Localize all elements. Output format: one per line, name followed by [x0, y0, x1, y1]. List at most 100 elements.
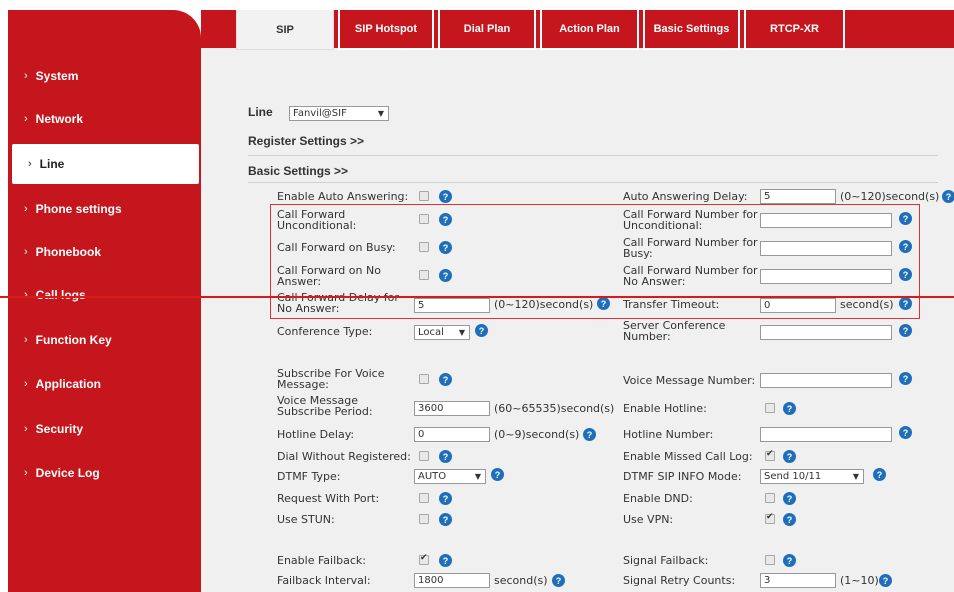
help-icon[interactable]: ? — [873, 468, 886, 481]
hotline-enable-checkbox[interactable] — [765, 403, 775, 413]
cf-uncond-checkbox[interactable] — [419, 214, 429, 224]
sidebar-item-application[interactable]: › Application — [0, 366, 193, 402]
vm-period-input[interactable]: 3600 — [414, 401, 490, 416]
help-icon[interactable]: ? — [439, 241, 452, 254]
tab-rtcp-xr[interactable]: RTCP-XR — [744, 10, 845, 50]
request-port-checkbox[interactable] — [419, 493, 429, 503]
help-icon[interactable]: ? — [439, 450, 452, 463]
help-icon[interactable]: ? — [783, 513, 796, 526]
cf-noans-checkbox[interactable] — [419, 270, 429, 280]
sidebar-item-call-logs[interactable]: › Call logs — [0, 277, 193, 313]
dtmf-type-value: AUTO — [418, 471, 447, 482]
help-icon[interactable]: ? — [899, 240, 912, 253]
help-icon[interactable]: ? — [439, 492, 452, 505]
sidebar-item-phonebook[interactable]: › Phonebook — [0, 234, 193, 270]
conference-type-label: Conference Type: — [277, 325, 373, 338]
dtmf-sip-mode-select[interactable]: Send 10/11 ▼ — [760, 469, 864, 484]
dial-without-registered-checkbox[interactable] — [419, 451, 429, 461]
help-icon[interactable]: ? — [475, 324, 488, 337]
tab-dial-plan[interactable]: Dial Plan — [438, 10, 536, 50]
failback-checkbox[interactable] — [419, 553, 429, 565]
auto-answer-delay-unit: (0~120)second(s) — [840, 190, 940, 203]
subscribe-vm-label: Subscribe For Voice Message: — [277, 367, 385, 391]
help-icon[interactable]: ? — [439, 373, 452, 386]
stun-checkbox[interactable] — [419, 514, 429, 524]
help-icon[interactable]: ? — [879, 574, 892, 587]
failback-interval-label: Failback Interval: — [277, 574, 371, 587]
help-icon[interactable]: ? — [899, 268, 912, 281]
line-select[interactable]: Fanvil@SIF ▼ — [289, 106, 389, 121]
server-conference-input[interactable] — [760, 325, 892, 340]
annotation-line — [0, 296, 954, 298]
tab-bar: SIP SIP Hotspot Dial Plan Action Plan Ba… — [236, 10, 849, 50]
cf-noans-number-label: Call Forward Number for No Answer: — [623, 264, 758, 288]
conference-type-select[interactable]: Local ▼ — [414, 325, 470, 340]
help-icon[interactable]: ? — [439, 190, 452, 203]
help-icon[interactable]: ? — [783, 450, 796, 463]
help-icon[interactable]: ? — [439, 213, 452, 226]
signal-retry-input[interactable]: 3 — [760, 573, 836, 588]
cf-busy-number-input[interactable] — [760, 241, 892, 256]
missed-call-log-checkbox[interactable] — [765, 449, 775, 461]
server-conference-label: Server Conference Number: — [623, 319, 726, 343]
chevron-right-icon: › — [24, 467, 28, 479]
tab-sip-hotspot[interactable]: SIP Hotspot — [338, 10, 434, 50]
hotline-delay-input[interactable]: 0 — [414, 427, 490, 442]
help-icon[interactable]: ? — [899, 297, 912, 310]
help-icon[interactable]: ? — [783, 402, 796, 415]
register-settings-link[interactable]: Register Settings >> — [248, 135, 364, 147]
help-icon[interactable]: ? — [899, 426, 912, 439]
cf-busy-number-label: Call Forward Number for Busy: — [623, 236, 758, 260]
vm-period-label: Voice Message Subscribe Period: — [277, 394, 373, 418]
cf-busy-checkbox[interactable] — [419, 242, 429, 252]
sidebar-item-label: Phonebook — [35, 245, 102, 259]
basic-settings-link[interactable]: Basic Settings >> — [248, 165, 348, 177]
sidebar-item-phone-settings[interactable]: › Phone settings — [0, 191, 193, 227]
tab-action-plan[interactable]: Action Plan — [540, 10, 639, 50]
vm-number-input[interactable] — [760, 373, 892, 388]
help-icon[interactable]: ? — [552, 574, 565, 587]
help-icon[interactable]: ? — [899, 324, 912, 337]
help-icon[interactable]: ? — [439, 513, 452, 526]
transfer-timeout-input[interactable]: 0 — [760, 298, 836, 313]
dnd-checkbox[interactable] — [765, 493, 775, 503]
hotline-delay-label: Hotline Delay: — [277, 428, 355, 441]
cf-uncond-label: Call Forward Unconditional: — [277, 208, 357, 232]
sidebar-item-security[interactable]: › Security — [0, 411, 193, 447]
help-icon[interactable]: ? — [899, 372, 912, 385]
vpn-checkbox[interactable] — [765, 512, 775, 524]
signal-failback-checkbox[interactable] — [765, 555, 775, 565]
dtmf-type-select[interactable]: AUTO ▼ — [414, 469, 486, 484]
help-icon[interactable]: ? — [439, 554, 452, 567]
chevron-down-icon: ▼ — [458, 328, 465, 337]
cf-noans-label: Call Forward on No Answer: — [277, 264, 381, 288]
cf-noans-number-input[interactable] — [760, 269, 892, 284]
sidebar-item-function-key[interactable]: › Function Key — [0, 322, 193, 358]
help-icon[interactable]: ? — [942, 190, 954, 203]
cf-uncond-number-label: Call Forward Number for Unconditional: — [623, 208, 758, 232]
auto-answer-checkbox[interactable] — [419, 191, 429, 201]
help-icon[interactable]: ? — [783, 554, 796, 567]
sidebar-item-line[interactable]: › Line — [12, 144, 199, 184]
cf-delay-input[interactable]: 5 — [414, 298, 490, 313]
sidebar-item-system[interactable]: › System — [0, 58, 193, 94]
sidebar-item-label: Line — [39, 157, 65, 171]
tab-sip[interactable]: SIP — [236, 10, 334, 50]
help-icon[interactable]: ? — [783, 492, 796, 505]
help-icon[interactable]: ? — [583, 428, 596, 441]
sidebar-item-network[interactable]: › Network — [0, 101, 193, 137]
help-icon[interactable]: ? — [439, 269, 452, 282]
help-icon[interactable]: ? — [899, 212, 912, 225]
tab-basic-settings[interactable]: Basic Settings — [643, 10, 740, 50]
sidebar-item-device-log[interactable]: › Device Log — [0, 455, 193, 491]
cf-uncond-number-input[interactable] — [760, 213, 892, 228]
help-icon[interactable]: ? — [491, 468, 504, 481]
hotline-number-input[interactable] — [760, 427, 892, 442]
auto-answer-delay-label: Auto Answering Delay: — [623, 190, 748, 203]
auto-answer-delay-input[interactable]: 5 — [760, 189, 836, 204]
subscribe-vm-checkbox[interactable] — [419, 374, 429, 384]
help-icon[interactable]: ? — [597, 297, 610, 310]
failback-interval-input[interactable]: 1800 — [414, 573, 490, 588]
chevron-right-icon: › — [24, 378, 28, 390]
chevron-right-icon: › — [24, 423, 28, 435]
